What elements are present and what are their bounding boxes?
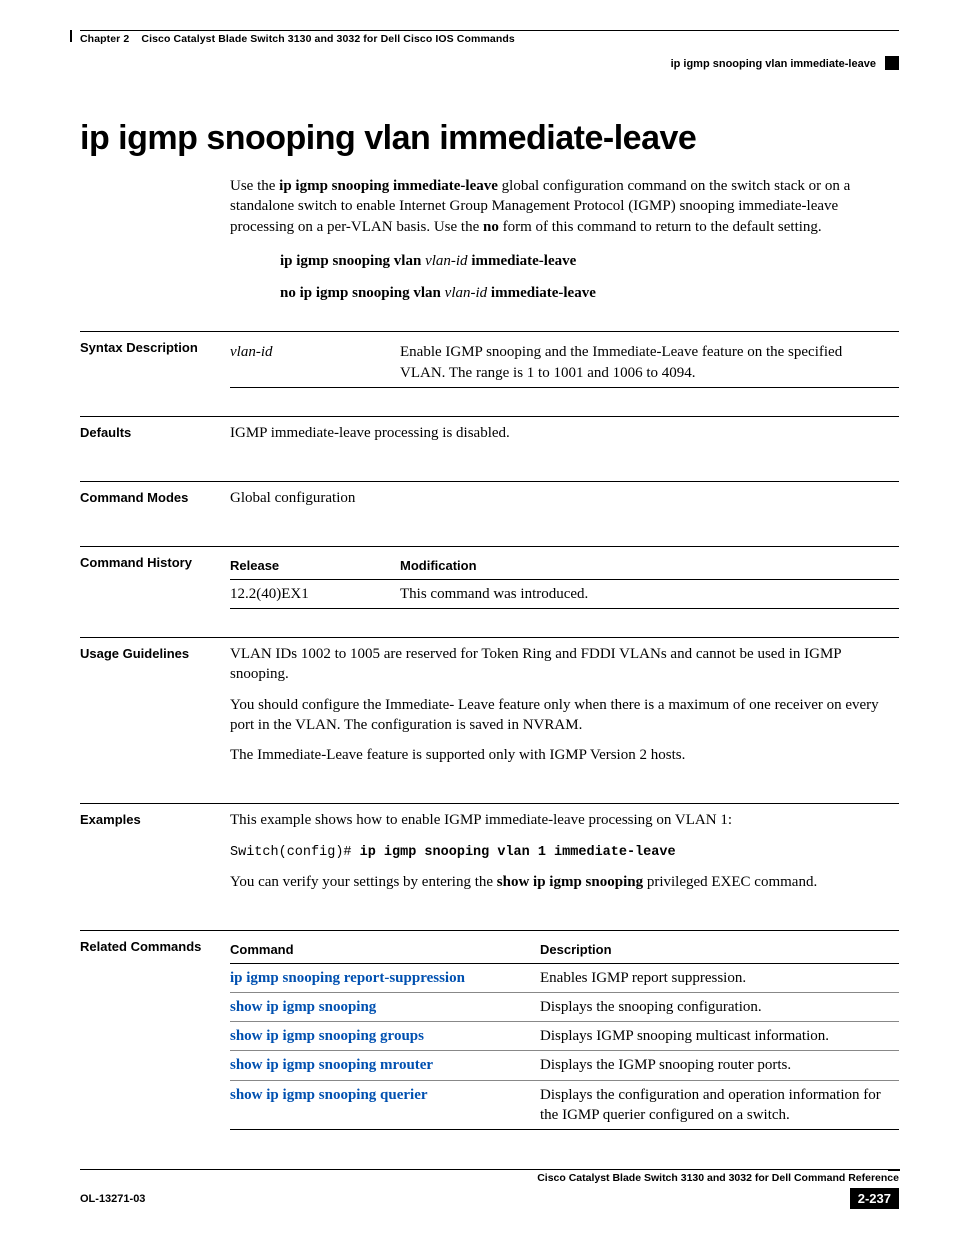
- col-description: Description: [540, 937, 899, 963]
- related-desc: Enables IGMP report suppression.: [540, 963, 899, 992]
- footer-docnum: OL-13271-03: [80, 1193, 145, 1205]
- example-intro: This example shows how to enable IGMP im…: [230, 810, 899, 830]
- page-footer: Cisco Catalyst Blade Switch 3130 and 303…: [80, 1169, 899, 1209]
- table-row: ip igmp snooping report-suppression Enab…: [230, 963, 899, 992]
- table-row: show ip igmp snooping mrouter Displays t…: [230, 1051, 899, 1080]
- related-command-link[interactable]: show ip igmp snooping groups: [230, 1028, 424, 1044]
- example-verify: You can verify your settings by entering…: [230, 872, 899, 892]
- related-command-link[interactable]: show ip igmp snooping querier: [230, 1087, 428, 1103]
- command-modes-text: Global configuration: [230, 488, 899, 508]
- section-syntax-description: Syntax Description vlan-id Enable IGMP s…: [80, 331, 899, 388]
- section-label: Examples: [80, 810, 230, 827]
- section-defaults: Defaults IGMP immediate-leave processing…: [80, 416, 899, 453]
- related-desc: Displays IGMP snooping multicast informa…: [540, 1022, 899, 1051]
- footer-page-number: 2-237: [850, 1188, 899, 1209]
- intro-paragraph: Use the ip igmp snooping immediate-leave…: [230, 176, 899, 237]
- arg-name: vlan-id: [230, 338, 400, 387]
- usage-p1: VLAN IDs 1002 to 1005 are reserved for T…: [230, 644, 899, 685]
- example-code: Switch(config)# ip igmp snooping vlan 1 …: [230, 841, 899, 862]
- section-usage-guidelines: Usage Guidelines VLAN IDs 1002 to 1005 a…: [80, 637, 899, 775]
- chapter-header: Chapter 2 Cisco Catalyst Blade Switch 31…: [80, 33, 899, 45]
- page-title: ip igmp snooping vlan immediate-leave: [80, 119, 899, 158]
- usage-p2: You should configure the Immediate- Leav…: [230, 695, 899, 736]
- syntax-form: ip igmp snooping vlan vlan-id immediate-…: [280, 251, 899, 271]
- related-desc: Displays the IGMP snooping router ports.: [540, 1051, 899, 1080]
- history-modification: This command was introduced.: [400, 579, 899, 608]
- section-label: Defaults: [80, 423, 230, 440]
- col-command: Command: [230, 937, 540, 963]
- history-release: 12.2(40)EX1: [230, 579, 400, 608]
- col-release: Release: [230, 553, 400, 579]
- footer-book-title: Cisco Catalyst Blade Switch 3130 and 303…: [80, 1172, 899, 1184]
- section-command-modes: Command Modes Global configuration: [80, 481, 899, 518]
- defaults-text: IGMP immediate-leave processing is disab…: [230, 423, 899, 443]
- table-row: show ip igmp snooping querier Displays t…: [230, 1080, 899, 1130]
- section-label: Command History: [80, 553, 230, 570]
- related-desc: Displays the snooping configuration.: [540, 992, 899, 1021]
- section-label: Command Modes: [80, 488, 230, 505]
- header-topic: ip igmp snooping vlan immediate-leave: [671, 58, 876, 70]
- arg-desc: Enable IGMP snooping and the Immediate-L…: [400, 338, 899, 387]
- section-label: Syntax Description: [80, 338, 230, 355]
- table-row: show ip igmp snooping Displays the snoop…: [230, 992, 899, 1021]
- section-label: Usage Guidelines: [80, 644, 230, 661]
- chapter-label: Chapter 2: [80, 33, 129, 45]
- usage-p3: The Immediate-Leave feature is supported…: [230, 745, 899, 765]
- header-end-icon: [885, 56, 899, 70]
- related-command-link[interactable]: show ip igmp snooping: [230, 999, 376, 1015]
- related-command-link[interactable]: show ip igmp snooping mrouter: [230, 1057, 433, 1073]
- section-related-commands: Related Commands Command Description ip …: [80, 930, 899, 1130]
- section-command-history: Command History Release Modification 12.…: [80, 546, 899, 609]
- chapter-title: Cisco Catalyst Blade Switch 3130 and 303…: [141, 33, 514, 45]
- table-row: show ip igmp snooping groups Displays IG…: [230, 1022, 899, 1051]
- section-label: Related Commands: [80, 937, 230, 954]
- related-desc: Displays the configuration and operation…: [540, 1080, 899, 1130]
- section-examples: Examples This example shows how to enabl…: [80, 803, 899, 902]
- related-command-link[interactable]: ip igmp snooping report-suppression: [230, 970, 465, 986]
- syntax-no-form: no ip igmp snooping vlan vlan-id immedia…: [280, 283, 899, 303]
- col-modification: Modification: [400, 553, 899, 579]
